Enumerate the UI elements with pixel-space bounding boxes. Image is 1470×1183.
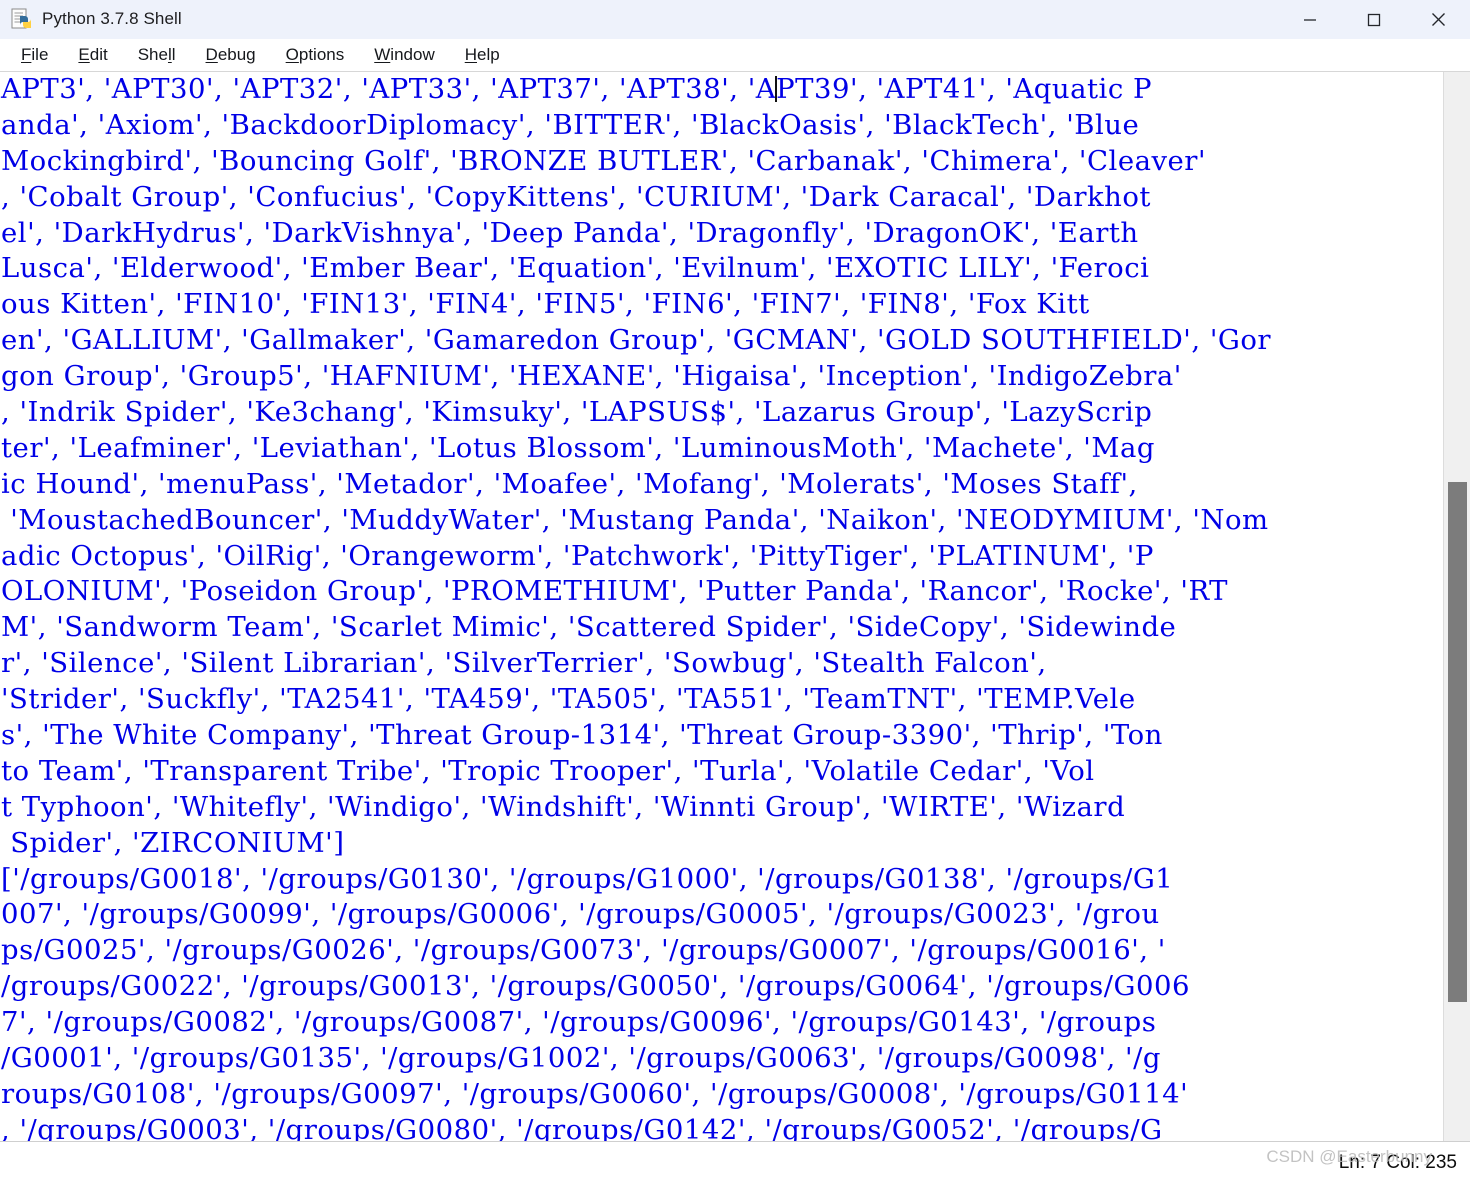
shell-line: /groups/G0022', '/groups/G0013', '/group… <box>1 970 1190 1003</box>
shell-line: r', 'Silence', 'Silent Librarian', 'Silv… <box>1 647 1047 680</box>
shell-line: roups/G0108', '/groups/G0097', '/groups/… <box>1 1077 1189 1110</box>
shell-line: ter', 'Leafminer', 'Leviathan', 'Lotus B… <box>1 431 1156 464</box>
menu-item-file[interactable]: File <box>6 43 63 68</box>
status-bar: CSDN @Easterbunny Ln: 7 Col: 235 <box>0 1142 1470 1183</box>
title-bar: Python 3.7.8 Shell <box>0 0 1470 39</box>
shell-line: adic Octopus', 'OilRig', 'Orangeworm', '… <box>1 539 1154 572</box>
close-icon[interactable] <box>1406 0 1470 39</box>
shell-line: M', 'Sandworm Team', 'Scarlet Mimic', 'S… <box>1 611 1177 644</box>
shell-line: gon Group', 'Group5', 'HAFNIUM', 'HEXANE… <box>1 360 1182 393</box>
shell-line: ic Hound', 'menuPass', 'Metador', 'Moafe… <box>1 467 1138 500</box>
shell-text[interactable]: APT3', 'APT30', 'APT32', 'APT33', 'APT37… <box>0 72 1443 1141</box>
cursor-position-indicator: Ln: 7 Col: 235 <box>1338 1151 1457 1173</box>
shell-line: ['/groups/G0018', '/groups/G0130', '/gro… <box>1 862 1174 895</box>
menu-item-help[interactable]: Help <box>450 43 515 68</box>
shell-line: s', 'The White Company', 'Threat Group-1… <box>1 719 1163 752</box>
shell-line: 'Strider', 'Suckfly', 'TA2541', 'TA459',… <box>1 683 1136 716</box>
shell-line: /G0001', '/groups/G0135', '/groups/G1002… <box>1 1042 1161 1075</box>
shell-line: OLONIUM', 'Poseidon Group', 'PROMETHIUM'… <box>1 575 1229 608</box>
shell-line: to Team', 'Transparent Tribe', 'Tropic T… <box>1 754 1095 787</box>
idle-shell-window: Python 3.7.8 Shell File Edit Shell Debug… <box>0 0 1470 1183</box>
window-controls <box>1278 0 1470 39</box>
shell-line: el', 'DarkHydrus', 'DarkVishnya', 'Deep … <box>1 216 1139 249</box>
shell-line: APT3', 'APT30', 'APT32', 'APT33', 'APT37… <box>1 73 1152 105</box>
shell-line: anda', 'Axiom', 'BackdoorDiplomacy', 'BI… <box>1 108 1140 141</box>
shell-line: 007', '/groups/G0099', '/groups/G0006', … <box>1 898 1160 931</box>
shell-line: 'MoustachedBouncer', 'MuddyWater', 'Must… <box>1 503 1269 536</box>
shell-line: , 'Indrik Spider', 'Ke3chang', 'Kimsuky'… <box>1 396 1153 429</box>
menu-item-edit[interactable]: Edit <box>63 43 122 68</box>
vertical-scrollbar[interactable] <box>1443 72 1470 1141</box>
shell-line: ps/G0025', '/groups/G0026', '/groups/G00… <box>1 934 1166 967</box>
menu-bar: File Edit Shell Debug Options Window Hel… <box>0 39 1470 72</box>
scrollbar-thumb[interactable] <box>1448 482 1467 1002</box>
menu-item-shell[interactable]: Shell <box>123 43 191 68</box>
shell-line: , '/groups/G0003', '/groups/G0080', '/gr… <box>1 1113 1163 1141</box>
shell-line: , 'Cobalt Group', 'Confucius', 'CopyKitt… <box>1 180 1151 213</box>
shell-line: en', 'GALLIUM', 'Gallmaker', 'Gamaredon … <box>1 324 1272 357</box>
minimize-icon[interactable] <box>1278 0 1342 39</box>
shell-line: Mockingbird', 'Bouncing Golf', 'BRONZE B… <box>1 144 1207 177</box>
text-caret <box>775 76 778 102</box>
shell-output-area[interactable]: APT3', 'APT30', 'APT32', 'APT33', 'APT37… <box>0 72 1470 1142</box>
shell-line: Spider', 'ZIRCONIUM'] <box>1 826 345 859</box>
menu-item-window[interactable]: Window <box>359 43 449 68</box>
python-file-icon <box>11 8 33 30</box>
shell-line: ous Kitten', 'FIN10', 'FIN13', 'FIN4', '… <box>1 288 1090 321</box>
menu-item-options[interactable]: Options <box>271 43 360 68</box>
shell-line: Lusca', 'Elderwood', 'Ember Bear', 'Equa… <box>1 252 1150 285</box>
shell-line: t Typhoon', 'Whitefly', 'Windigo', 'Wind… <box>1 790 1126 823</box>
maximize-icon[interactable] <box>1342 0 1406 39</box>
window-title: Python 3.7.8 Shell <box>42 9 182 28</box>
menu-item-debug[interactable]: Debug <box>191 43 271 68</box>
shell-line: 7', '/groups/G0082', '/groups/G0087', '/… <box>1 1006 1157 1039</box>
